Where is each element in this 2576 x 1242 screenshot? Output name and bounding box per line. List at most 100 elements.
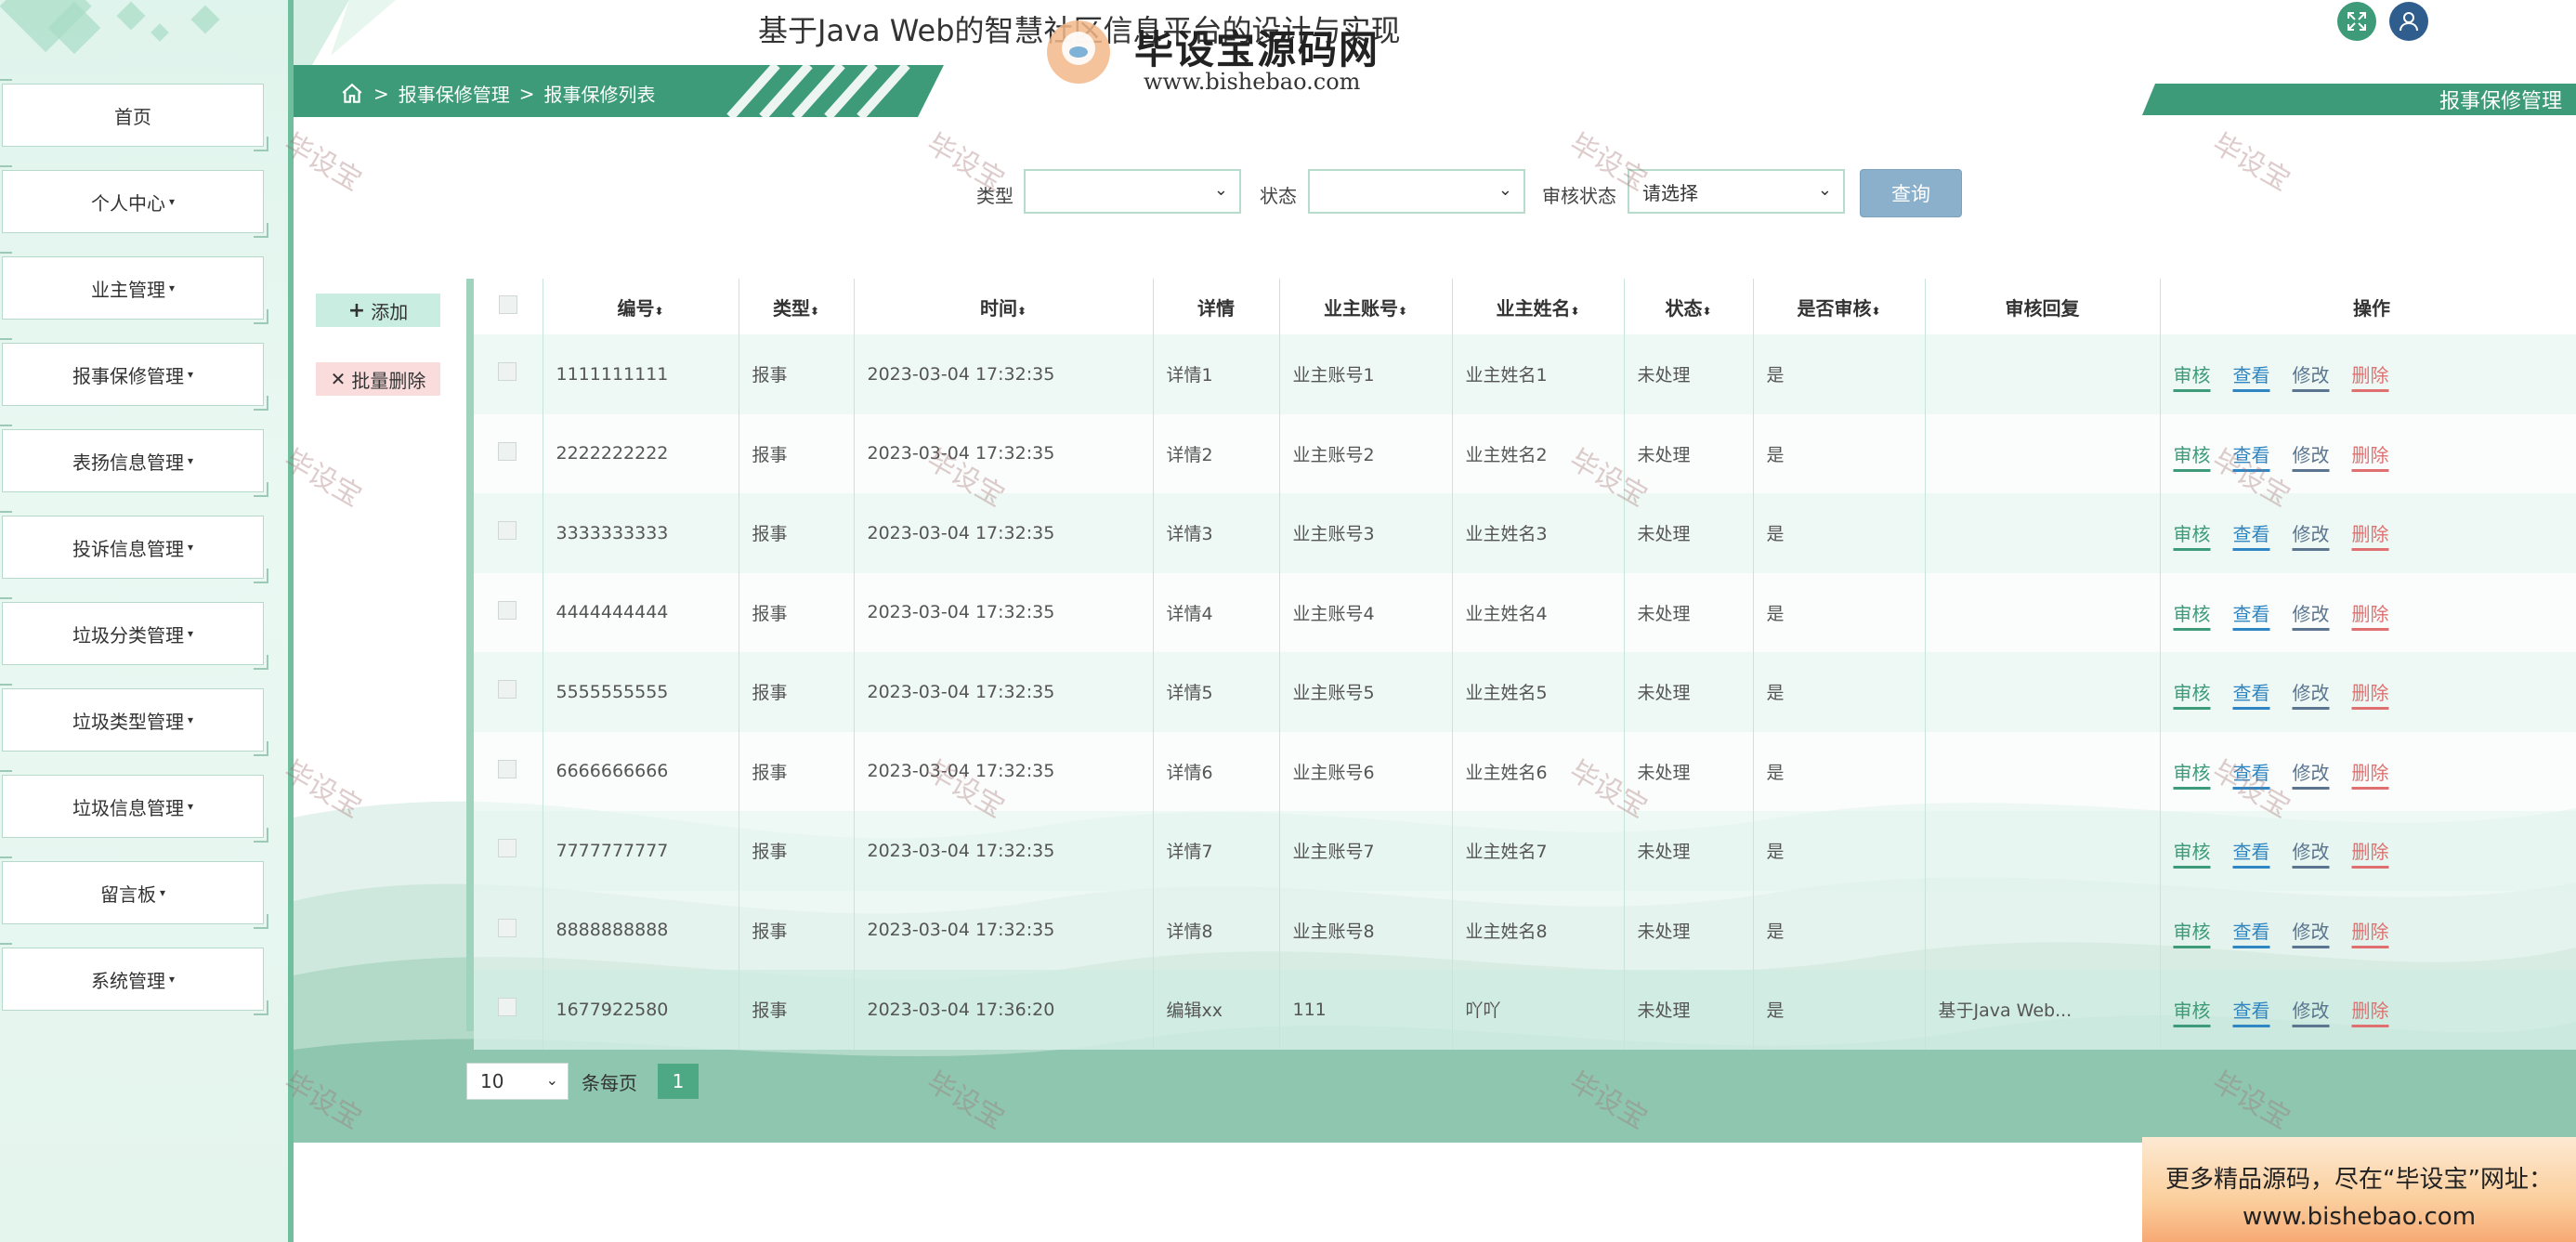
cell-time: 2023-03-04 17:36:20 xyxy=(854,970,1154,1050)
row-checkbox[interactable] xyxy=(498,600,517,620)
audit-link[interactable]: 审核 xyxy=(2174,921,2211,943)
cell-audited: 是 xyxy=(1753,493,1926,573)
cell-audited: 是 xyxy=(1753,334,1926,414)
edit-link[interactable]: 修改 xyxy=(2293,603,2330,625)
view-link[interactable]: 查看 xyxy=(2233,364,2270,386)
audit-link[interactable]: 审核 xyxy=(2174,682,2211,704)
column-header-audited[interactable]: 是否审核⬍ xyxy=(1753,279,1926,334)
page-size-select[interactable]: 10 ⌄ xyxy=(466,1063,569,1100)
sidebar-item[interactable]: 报事保修管理 ▾ xyxy=(0,338,268,411)
sidebar-item[interactable]: 业主管理 ▾ xyxy=(0,252,268,324)
sidebar-item[interactable]: 系统管理 ▾ xyxy=(0,943,268,1015)
cell-audit-reply: 基于Java Web... xyxy=(1925,970,2161,1050)
delete-link[interactable]: 删除 xyxy=(2352,364,2389,386)
batch-delete-button[interactable]: ✕ 批量删除 xyxy=(316,362,440,396)
audit-status-select[interactable]: 请选择 ⌄ xyxy=(1628,169,1845,214)
edit-link[interactable]: 修改 xyxy=(2293,921,2330,943)
sidebar-item[interactable]: 垃圾分类管理 ▾ xyxy=(0,597,268,670)
audit-link[interactable]: 审核 xyxy=(2174,841,2211,863)
audit-link[interactable]: 审核 xyxy=(2174,444,2211,466)
select-all-header[interactable] xyxy=(474,279,543,334)
edit-link[interactable]: 修改 xyxy=(2293,762,2330,784)
view-link[interactable]: 查看 xyxy=(2233,841,2270,863)
edit-link[interactable]: 修改 xyxy=(2293,523,2330,545)
edit-link[interactable]: 修改 xyxy=(2293,841,2330,863)
view-link[interactable]: 查看 xyxy=(2233,921,2270,943)
delete-link[interactable]: 删除 xyxy=(2352,1000,2389,1022)
row-checkbox[interactable] xyxy=(498,521,517,541)
home-icon[interactable] xyxy=(340,82,364,106)
column-header-owner-name[interactable]: 业主姓名⬍ xyxy=(1452,279,1625,334)
column-header-type[interactable]: 类型⬍ xyxy=(739,279,855,334)
type-select[interactable]: ⌄ xyxy=(1024,169,1241,214)
cell-type: 报事 xyxy=(739,890,855,970)
logo-mascot-icon xyxy=(1047,20,1110,84)
delete-link[interactable]: 删除 xyxy=(2352,841,2389,863)
cell-detail: 详情2 xyxy=(1153,413,1280,493)
column-header-id[interactable]: 编号⬍ xyxy=(543,279,739,334)
audit-link[interactable]: 审核 xyxy=(2174,523,2211,545)
delete-link[interactable]: 删除 xyxy=(2352,444,2389,466)
cell-audit-reply xyxy=(1925,811,2161,891)
row-checkbox[interactable] xyxy=(498,680,517,699)
delete-link[interactable]: 删除 xyxy=(2352,682,2389,704)
column-header-status[interactable]: 状态⬍ xyxy=(1624,279,1754,334)
row-checkbox[interactable] xyxy=(498,759,517,778)
sidebar-item[interactable]: 留言板 ▾ xyxy=(0,856,268,929)
edit-link[interactable]: 修改 xyxy=(2293,444,2330,466)
delete-link[interactable]: 删除 xyxy=(2352,523,2389,545)
status-select[interactable]: ⌄ xyxy=(1308,169,1525,214)
cell-audit-reply xyxy=(1925,572,2161,652)
fullscreen-icon[interactable] xyxy=(2337,2,2376,41)
sidebar-item[interactable]: 首页 xyxy=(0,79,268,151)
view-link[interactable]: 查看 xyxy=(2233,1000,2270,1022)
delete-link[interactable]: 删除 xyxy=(2352,603,2389,625)
row-checkbox[interactable] xyxy=(498,839,517,858)
view-link[interactable]: 查看 xyxy=(2233,603,2270,625)
cell-audit-reply xyxy=(1925,890,2161,970)
sidebar-item[interactable]: 表扬信息管理 ▾ xyxy=(0,425,268,497)
sidebar-item-label: 垃圾信息管理 xyxy=(72,796,184,819)
audit-link[interactable]: 审核 xyxy=(2174,603,2211,625)
table-row: 2222222222 报事 2023-03-04 17:32:35 详情2 业主账号2 业… xyxy=(474,413,2576,493)
breadcrumb-separator: > xyxy=(518,82,535,105)
column-header-owner-account[interactable]: 业主账号⬍ xyxy=(1279,279,1453,334)
row-checkbox[interactable] xyxy=(498,441,517,461)
table-row: 6666666666 报事 2023-03-04 17:32:35 详情6 业主账号6 业… xyxy=(474,731,2576,811)
view-link[interactable]: 查看 xyxy=(2233,762,2270,784)
row-checkbox[interactable] xyxy=(498,362,517,382)
chevron-down-icon: ⌄ xyxy=(1213,180,1228,200)
view-link[interactable]: 查看 xyxy=(2233,523,2270,545)
row-checkbox-cell xyxy=(474,731,543,811)
row-checkbox[interactable] xyxy=(498,998,517,1017)
sidebar-item[interactable]: 个人中心 ▾ xyxy=(0,165,268,238)
cell-audited: 是 xyxy=(1753,731,1926,811)
audit-link[interactable]: 审核 xyxy=(2174,762,2211,784)
breadcrumb-item-module[interactable]: 报事保修管理 xyxy=(399,80,510,107)
edit-link[interactable]: 修改 xyxy=(2293,682,2330,704)
view-link[interactable]: 查看 xyxy=(2233,444,2270,466)
delete-link[interactable]: 删除 xyxy=(2352,762,2389,784)
cell-id: 8888888888 xyxy=(543,890,739,970)
cell-time: 2023-03-04 17:32:35 xyxy=(854,413,1154,493)
user-avatar-icon[interactable] xyxy=(2389,2,2428,41)
delete-link[interactable]: 删除 xyxy=(2352,921,2389,943)
sidebar-item[interactable]: 投诉信息管理 ▾ xyxy=(0,511,268,583)
sidebar-item[interactable]: 垃圾类型管理 ▾ xyxy=(0,684,268,756)
select-all-checkbox[interactable] xyxy=(498,294,517,314)
column-header-time[interactable]: 时间⬍ xyxy=(854,279,1154,334)
page-number-button[interactable]: 1 xyxy=(658,1064,699,1099)
add-button[interactable]: + 添加 xyxy=(316,294,440,327)
edit-link[interactable]: 修改 xyxy=(2293,364,2330,386)
row-checkbox-cell xyxy=(474,811,543,891)
query-button[interactable]: 查询 xyxy=(1860,169,1962,217)
audit-link[interactable]: 审核 xyxy=(2174,1000,2211,1022)
search-bar: 类型 ⌄ 状态 ⌄ 审核状态 请选择 ⌄ 查询 xyxy=(294,167,2576,219)
audit-link[interactable]: 审核 xyxy=(2174,364,2211,386)
page-size-value: 10 xyxy=(480,1070,504,1092)
edit-link[interactable]: 修改 xyxy=(2293,1000,2330,1022)
view-link[interactable]: 查看 xyxy=(2233,682,2270,704)
ad-banner[interactable]: 更多精品源码，尽在“毕设宝”网址： www.bishebao.com xyxy=(2142,1137,2576,1242)
row-checkbox[interactable] xyxy=(498,918,517,937)
sidebar-item[interactable]: 垃圾信息管理 ▾ xyxy=(0,770,268,843)
